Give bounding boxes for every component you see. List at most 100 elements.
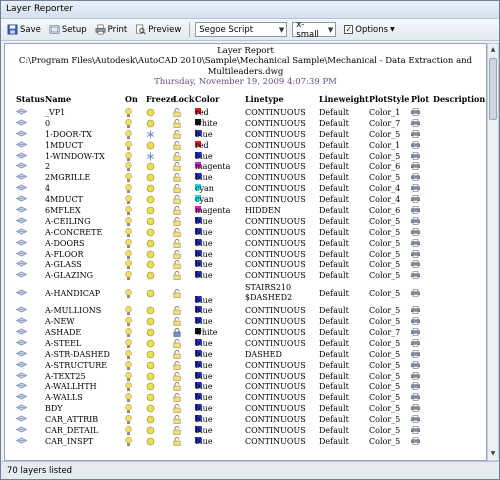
color-name: blue (195, 216, 213, 226)
layer-name: A-DOORS (45, 238, 85, 248)
table-row[interactable]: 4MDUCT cyan CONTINUOUS Default Color_4 (5, 195, 486, 206)
table-row[interactable]: A-MULLIONS blue CONTINUOUS Default Color_5 (5, 306, 486, 317)
table-row[interactable]: 1MDUCT red CONTINUOUS Default Color_1 (5, 140, 486, 152)
layer-reporter-window: Layer Reporter Save Setup Print Preview … (0, 0, 500, 480)
layer-name: 0 (45, 118, 51, 128)
toolbar-separator (189, 22, 191, 37)
table-row[interactable]: A-STR-DASHED blue DASHED Default Color_5 (5, 349, 486, 361)
table-row[interactable]: 1-WINDOW-TX blue CONTINUOUS Default Color_5 (5, 151, 486, 163)
layer-name: 6MFLEX (45, 206, 81, 216)
layer-lineweight: Default (319, 238, 349, 248)
table-row[interactable]: A-NEW blue CONTINUOUS Default Color_5 (5, 317, 486, 328)
layer-lineweight: Default (319, 184, 349, 194)
table-row[interactable]: A-GLASS blue CONTINUOUS Default Color_5 (5, 260, 486, 271)
scroll-down-icon[interactable]: ▼ (488, 448, 498, 460)
table-row[interactable]: 4 cyan CONTINUOUS Default Color_4 (5, 184, 486, 195)
table-row[interactable]: 1-DOOR-TX blue CONTINUOUS Default Color_5 (5, 129, 486, 141)
options-checkbox[interactable]: ✓ (344, 25, 354, 34)
layer-plotstyle: Color_5 (369, 173, 401, 183)
table-row[interactable]: A-WALLS blue CONTINUOUS Default Color_5 (5, 393, 486, 404)
table-row[interactable]: 2MGRILLE blue CONTINUOUS Default Color_5 (5, 173, 486, 184)
color-name: blue (195, 338, 213, 348)
color-name: red (195, 108, 209, 117)
setup-icon (49, 25, 60, 34)
size-select[interactable]: x-small ▼ (292, 20, 337, 40)
color-name: blue (195, 173, 213, 183)
table-row[interactable]: 6MFLEX magenta HIDDEN Default Color_6 (5, 206, 486, 217)
table-row[interactable]: CAR_DETAIL blue CONTINUOUS Default Color_5 (5, 426, 486, 437)
layer-linetype: CONTINUOUS (245, 108, 306, 117)
layer-status-icon (15, 328, 28, 339)
layer-status-icon (15, 108, 28, 119)
table-row[interactable]: A-CEILING blue CONTINUOUS Default Color_5 (5, 216, 486, 228)
layer-lineweight: Default (319, 382, 349, 392)
vertical-scrollbar[interactable]: ▲ ▼ (487, 43, 499, 461)
color-name: blue (195, 349, 213, 359)
table-row[interactable]: _VP1 red CONTINUOUS Default Color_1 (5, 108, 486, 119)
layer-lineweight: Default (319, 195, 349, 205)
table-row[interactable]: A-CONCRETE blue CONTINUOUS Default Color_5 (5, 227, 486, 239)
lock-open-icon (173, 437, 181, 450)
layer-plotstyle: Color_5 (369, 436, 401, 446)
layer-name: A-TEXT25 (45, 371, 86, 381)
layer-status-icon (15, 271, 28, 282)
table-row[interactable]: A-DOORS blue CONTINUOUS Default Color_5 (5, 238, 486, 250)
save-button[interactable]: Save (4, 21, 44, 39)
layer-linetype: CONTINUOUS (245, 393, 306, 403)
layer-linetype: CONTINUOUS (245, 415, 306, 425)
options-button[interactable]: ✓ Options ▼ (341, 21, 397, 39)
table-row[interactable]: A-TEXT25 blue CONTINUOUS Default Color_5 (5, 371, 486, 383)
print-button[interactable]: Print (92, 21, 131, 39)
layer-linetype: CONTINUOUS (245, 118, 306, 128)
setup-button[interactable]: Setup (46, 21, 90, 39)
layer-name: A-WALLHTH (45, 382, 97, 392)
layer-status-icon (15, 361, 28, 372)
table-row[interactable]: A-GLAZING blue CONTINUOUS Default Color_5 (5, 271, 486, 282)
table-row[interactable]: 0 white CONTINUOUS Default Color_7 (5, 118, 486, 130)
preview-button[interactable]: Preview (132, 21, 184, 39)
print-preview-icon (136, 24, 146, 35)
scroll-up-icon[interactable]: ▲ (488, 44, 498, 56)
table-row[interactable]: CAR_INSPT blue CONTINUOUS Default Color_5 (5, 436, 486, 450)
sun-thaw-icon (146, 289, 155, 302)
layer-status-icon (15, 317, 28, 328)
layer-plotstyle: Color_5 (369, 338, 401, 348)
table-row[interactable]: A-STRUCTURE blue CONTINUOUS Default Color_5 (5, 360, 486, 372)
layer-name: 2MGRILLE (45, 173, 91, 183)
save-icon (7, 24, 18, 35)
layer-count: 70 layers listed (7, 466, 73, 476)
lightbulb-on-icon (125, 289, 132, 303)
color-name: white (195, 328, 218, 338)
color-name: blue (195, 227, 213, 237)
layer-name: 1MDUCT (45, 140, 83, 150)
layer-linetype: CONTINUOUS (245, 173, 306, 183)
layer-status-icon (15, 162, 28, 173)
column-header-plotstyle: PlotStyle (369, 94, 410, 104)
table-row[interactable]: A-FLOOR blue CONTINUOUS Default Color_5 (5, 249, 486, 261)
layer-plotstyle: Color_5 (369, 249, 401, 259)
layer-linetype: STAIRS210 $DASHED2 (245, 283, 293, 303)
layer-plotstyle: Color_1 (369, 140, 401, 150)
layer-name: A-GLASS (45, 260, 82, 270)
table-row[interactable]: A-HANDICAP blue STAIRS210 $DASHED2 Default C… (5, 282, 486, 306)
color-name: cyan (195, 184, 214, 194)
layer-name: CAR_ATTRIB (45, 415, 99, 425)
table-row[interactable]: ASHADE white CONTINUOUS Default Color_7 (5, 328, 486, 339)
plot-printer-icon (411, 289, 420, 301)
layer-linetype: CONTINUOUS (245, 436, 306, 446)
table-row[interactable]: A-STEEL blue CONTINUOUS Default Color_5 (5, 338, 486, 350)
font-select[interactable]: Segoe Script ▼ (195, 22, 288, 37)
table-row[interactable]: A-WALLHTH blue CONTINUOUS Default Color_5 (5, 382, 486, 393)
layer-plotstyle: Color_6 (369, 162, 401, 172)
layer-linetype: CONTINUOUS (245, 184, 306, 194)
layer-lineweight: Default (319, 349, 349, 359)
layer-plotstyle: Color_5 (369, 151, 401, 161)
table-row[interactable]: CAR_ATTRIB blue CONTINUOUS Default Color_5 (5, 415, 486, 426)
layer-linetype: CONTINUOUS (245, 249, 306, 259)
table-row[interactable]: BDY blue CONTINUOUS Default Color_5 (5, 404, 486, 415)
color-name: blue (195, 382, 213, 392)
scrollbar-thumb[interactable] (489, 58, 497, 120)
layer-status-icon (15, 141, 28, 152)
table-row[interactable]: 2 magenta CONTINUOUS Default Color_6 (5, 162, 486, 173)
layer-lineweight: Default (319, 140, 349, 150)
